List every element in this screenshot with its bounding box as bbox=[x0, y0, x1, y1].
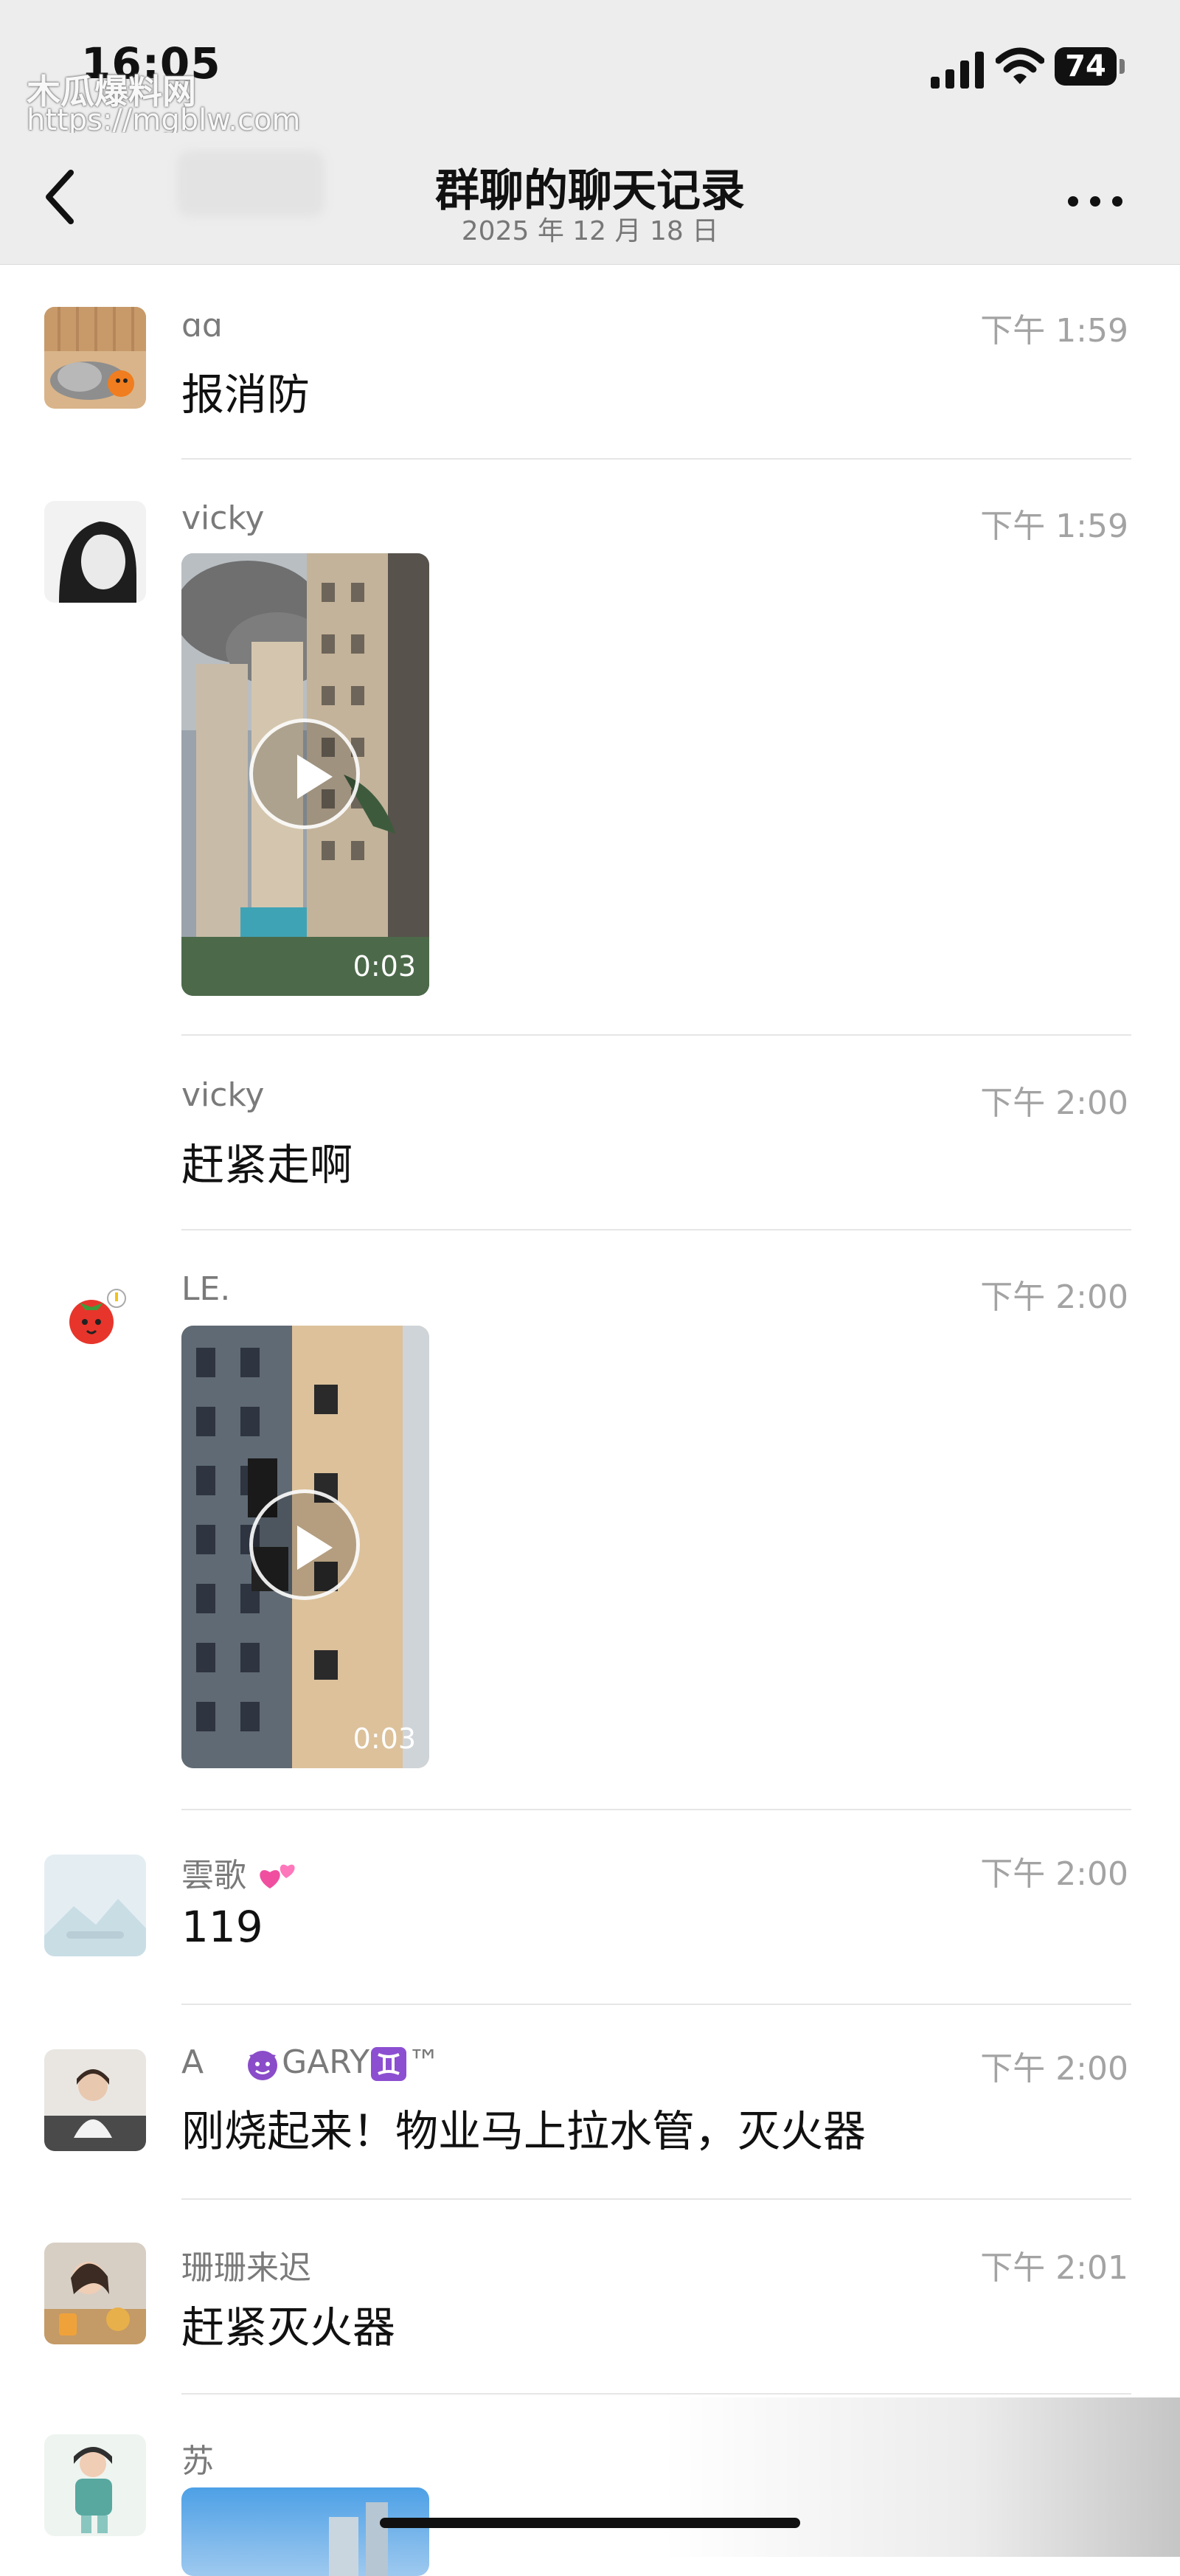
message-time: 下午 2:01 bbox=[980, 2249, 1128, 2287]
message-time: 下午 2:00 bbox=[980, 1084, 1128, 1122]
message-item[interactable]: vicky 下午 1:59 0:03 bbox=[0, 460, 1180, 1035]
home-indicator[interactable] bbox=[380, 2518, 800, 2528]
message-item[interactable]: 雲歌 下午 2:00 119 bbox=[0, 1810, 1180, 2005]
avatar[interactable] bbox=[44, 2434, 146, 2536]
video-message[interactable]: 0:03 bbox=[181, 1326, 429, 1768]
image-message[interactable] bbox=[181, 2487, 429, 2576]
play-icon bbox=[297, 1526, 333, 1570]
avatar[interactable] bbox=[44, 501, 146, 603]
message-text: 赶紧灭火器 bbox=[181, 2302, 396, 2352]
wifi-icon bbox=[996, 47, 1044, 84]
message-item[interactable]: 珊珊来迟 下午 2:01 赶紧灭火器 bbox=[0, 2200, 1180, 2395]
status-bar: 16:05 木瓜爆料网 https://mgblw.com 74 bbox=[0, 0, 1180, 137]
message-text: 赶紧走啊 bbox=[181, 1140, 353, 1190]
sender-name: vicky bbox=[181, 499, 265, 537]
sender-name: A GARY ™ bbox=[181, 2043, 440, 2083]
sender-name: 苏 bbox=[181, 2442, 214, 2480]
battery-nub bbox=[1120, 59, 1125, 74]
message-item[interactable]: A GARY ™ 下午 2:00 刚烧起来！物业马上拉水管，灭火器 bbox=[0, 2005, 1180, 2200]
more-icon[interactable] bbox=[1062, 190, 1128, 212]
message-time: 下午 1:59 bbox=[980, 508, 1128, 545]
signal-icon bbox=[931, 52, 984, 89]
video-message[interactable]: 0:03 bbox=[181, 553, 429, 996]
battery-level: 74 bbox=[1055, 47, 1117, 86]
devil-emoji-icon bbox=[248, 2051, 278, 2080]
screen-glare bbox=[664, 2397, 1180, 2557]
video-duration: 0:03 bbox=[353, 1722, 416, 1755]
trademark-sign: ™ bbox=[407, 2043, 440, 2081]
sender-name: 雲歌 bbox=[181, 1849, 301, 1896]
play-button[interactable] bbox=[249, 719, 360, 829]
message-time: 下午 2:00 bbox=[980, 2050, 1128, 2088]
video-duration: 0:03 bbox=[353, 950, 416, 983]
battery-icon: 74 bbox=[1055, 47, 1125, 86]
avatar[interactable] bbox=[44, 1855, 146, 1956]
sender-name-suffix: GARY bbox=[282, 2043, 369, 2081]
sender-name-prefix: A bbox=[181, 2043, 204, 2081]
sender-name-text: 雲歌 bbox=[181, 1857, 246, 1894]
avatar[interactable] bbox=[44, 2243, 146, 2344]
avatar[interactable] bbox=[44, 307, 146, 409]
sender-name: vicky bbox=[181, 1076, 265, 1114]
gemini-icon bbox=[370, 2047, 406, 2081]
play-icon bbox=[297, 755, 333, 799]
avatar[interactable] bbox=[44, 2049, 146, 2151]
message-item[interactable]: vicky 下午 2:00 赶紧走啊 bbox=[0, 1036, 1180, 1229]
hearts-icon bbox=[260, 1864, 295, 1888]
message-item[interactable]: ɑɑ 下午 1:59 报消防 bbox=[0, 264, 1180, 460]
avatar[interactable] bbox=[44, 1269, 146, 1371]
sender-name: LE. bbox=[181, 1270, 231, 1308]
message-text: 119 bbox=[181, 1902, 263, 1952]
message-text: 刚烧起来！物业马上拉水管，灭火器 bbox=[181, 2106, 867, 2156]
play-button[interactable] bbox=[249, 1489, 360, 1600]
nav-bar: 群聊的聊天记录 2025 年 12 月 18 日 bbox=[0, 133, 1180, 265]
page-date: 2025 年 12 月 18 日 bbox=[461, 216, 719, 246]
sender-name: 珊珊来迟 bbox=[181, 2249, 311, 2287]
message-time: 下午 1:59 bbox=[980, 312, 1128, 350]
message-time: 下午 2:00 bbox=[980, 1855, 1128, 1893]
message-text: 报消防 bbox=[181, 370, 310, 420]
message-item[interactable]: LE. 下午 2:00 0:03 bbox=[0, 1230, 1180, 1810]
message-time: 下午 2:00 bbox=[980, 1278, 1128, 1316]
sender-name: ɑɑ bbox=[181, 307, 223, 344]
